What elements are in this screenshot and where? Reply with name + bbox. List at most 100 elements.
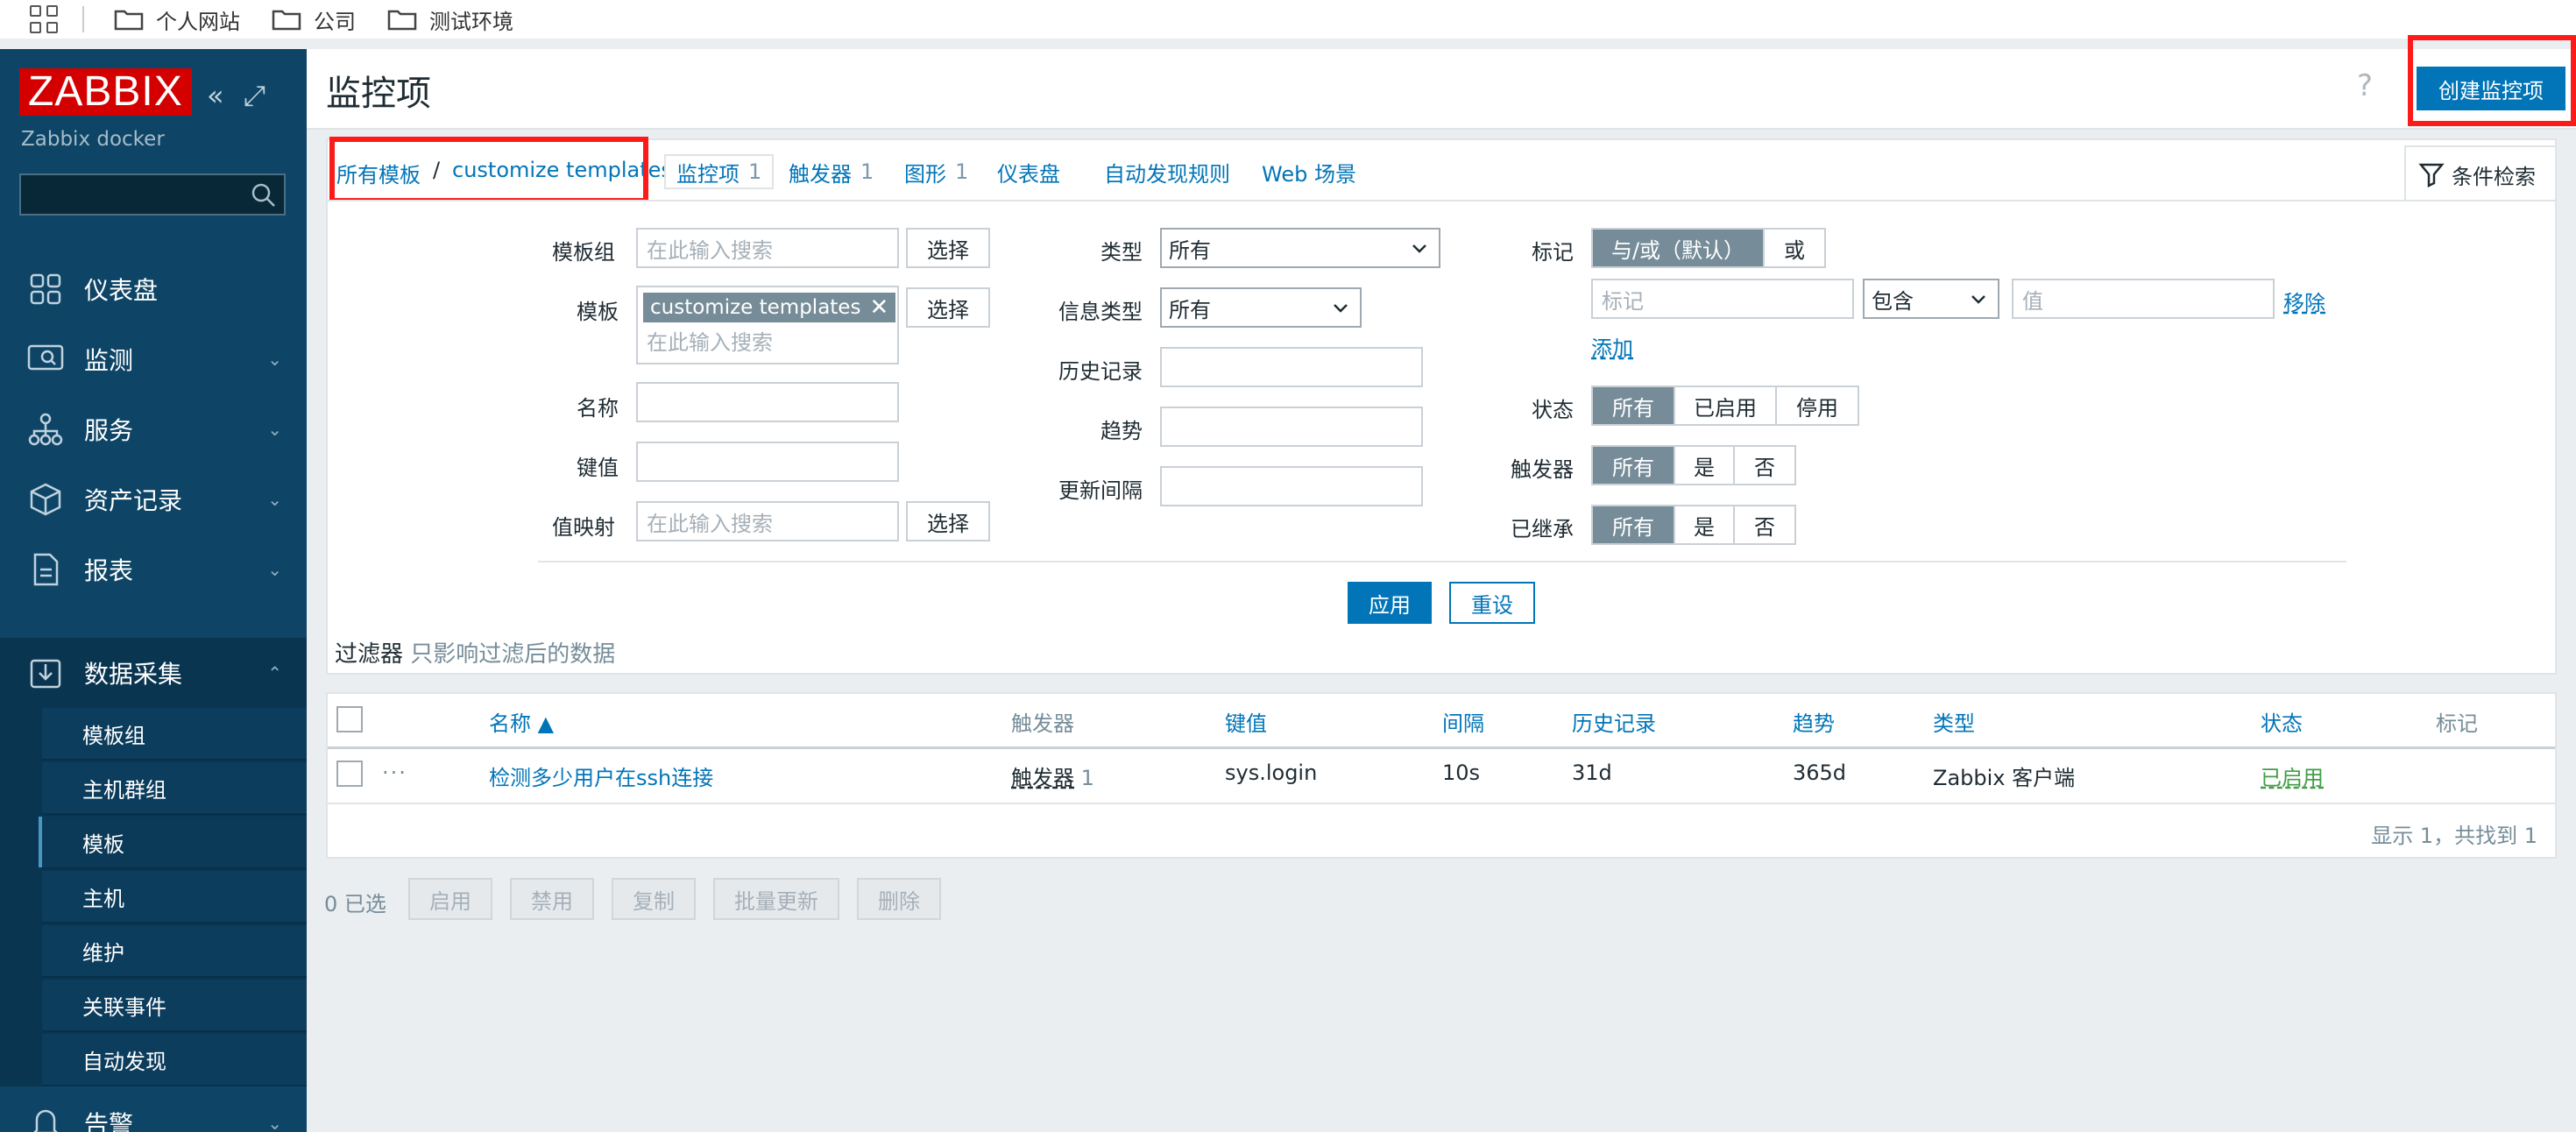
copy-button[interactable]: 复制 <box>612 878 696 920</box>
kiosk-mode-icon[interactable]: ⤢ <box>244 79 266 113</box>
tags-mode-or[interactable]: 或 <box>1765 230 1824 266</box>
column-header-interval[interactable]: 间隔 <box>1442 706 1484 737</box>
submenu-host-groups[interactable]: 主机群组 <box>42 762 307 815</box>
column-header-type[interactable]: 类型 <box>1933 706 1975 737</box>
submenu-discovery[interactable]: 自动发现 <box>42 1034 307 1086</box>
triggers-toggle[interactable]: 所有 是 否 <box>1591 445 1796 485</box>
update-interval-label: 更新间隔 <box>1058 478 1143 503</box>
status-toggle[interactable]: 所有 已启用 停用 <box>1591 386 1859 426</box>
status-all[interactable]: 所有 <box>1593 387 1675 424</box>
menu-inventory[interactable]: 资产记录 ⌄ <box>0 464 307 534</box>
triggers-yes[interactable]: 是 <box>1675 447 1735 484</box>
column-header-history[interactable]: 历史记录 <box>1572 706 1656 737</box>
trends-input[interactable] <box>1160 407 1423 447</box>
menu-data-collection[interactable]: 数据采集 ⌃ <box>0 638 307 708</box>
template-group-select-button[interactable]: 选择 <box>906 228 990 268</box>
column-header-key[interactable]: 键值 <box>1225 706 1267 737</box>
column-header-name[interactable]: 名称 ▲ <box>489 706 554 737</box>
submenu-event-correlation[interactable]: 关联事件 <box>42 980 307 1032</box>
sidebar-controls: « ⤢ <box>207 79 265 113</box>
menu-reports[interactable]: 报表 ⌄ <box>0 534 307 605</box>
apps-grid-icon[interactable] <box>30 5 58 33</box>
valuemap-select-button[interactable]: 选择 <box>906 501 990 541</box>
template-group-input[interactable]: 在此输入搜索 <box>636 228 899 268</box>
name-input[interactable] <box>636 382 899 422</box>
mass-update-button[interactable]: 批量更新 <box>713 878 839 920</box>
tag-operator-value: 包含 <box>1872 288 1914 314</box>
reset-button[interactable]: 重设 <box>1449 582 1535 624</box>
submenu-templates[interactable]: 模板 <box>39 817 307 869</box>
triggers-no[interactable]: 否 <box>1735 447 1794 484</box>
chevron-down-icon <box>1971 295 1985 304</box>
delete-button[interactable]: 删除 <box>857 878 941 920</box>
triggers-link[interactable]: 触发器 <box>1011 766 1074 790</box>
tag-operator-select[interactable]: 包含 <box>1863 279 1999 319</box>
tags-mode-toggle[interactable]: 与/或（默认） 或 <box>1591 228 1826 268</box>
bookmarks-divider <box>82 6 84 32</box>
submenu-template-groups[interactable]: 模板组 <box>42 708 307 761</box>
submenu-hosts[interactable]: 主机 <box>42 871 307 923</box>
bookmark-label: 个人网站 <box>156 9 240 34</box>
remove-chip-icon[interactable]: ✕ <box>869 294 888 321</box>
server-name: Zabbix docker <box>21 128 165 151</box>
remove-tag-link[interactable]: 移除 <box>2283 286 2325 316</box>
menu-alerts[interactable]: 告警 ⌄ <box>0 1088 307 1132</box>
key-input[interactable] <box>636 442 899 482</box>
zabbix-logo[interactable]: ZABBIX <box>19 68 192 116</box>
valuemap-input[interactable]: 在此输入搜索 <box>636 501 899 541</box>
tab-discovery-rules[interactable]: 自动发现规则 <box>1093 154 1241 189</box>
column-header-trends[interactable]: 趋势 <box>1793 706 1835 737</box>
tag-name-input[interactable]: 标记 <box>1591 279 1854 319</box>
tag-value-input[interactable]: 值 <box>2012 279 2275 319</box>
inherited-yes[interactable]: 是 <box>1675 506 1735 543</box>
item-triggers[interactable]: 触发器 1 <box>1011 761 1094 791</box>
column-header-tags: 标记 <box>2436 711 2478 736</box>
disable-button[interactable]: 禁用 <box>510 878 594 920</box>
help-icon[interactable]: ? <box>2357 68 2373 103</box>
row-menu-icon[interactable]: ··· <box>382 761 407 785</box>
menu-monitoring[interactable]: 监测 ⌄ <box>0 324 307 394</box>
tab-dashboards[interactable]: 仪表盘 <box>987 154 1071 189</box>
key-label: 键值 <box>577 456 619 480</box>
tags-mode-andor[interactable]: 与/或（默认） <box>1593 230 1765 266</box>
status-enabled[interactable]: 已启用 <box>1675 387 1777 424</box>
column-header-status[interactable]: 状态 <box>2261 706 2303 737</box>
status-disabled[interactable]: 停用 <box>1777 387 1858 424</box>
item-interval: 10s <box>1442 761 1481 785</box>
tab-web-scenarios[interactable]: Web 场景 <box>1251 154 1367 189</box>
bookmark-test-env[interactable]: 测试环境 <box>387 4 513 35</box>
bookmark-personal-site[interactable]: 个人网站 <box>114 4 240 35</box>
item-name-link[interactable]: 检测多少用户在ssh连接 <box>489 761 713 791</box>
apply-button[interactable]: 应用 <box>1348 582 1432 624</box>
triggers-all[interactable]: 所有 <box>1593 447 1675 484</box>
tab-graphs[interactable]: 图形 1 <box>894 154 979 189</box>
enable-button[interactable]: 启用 <box>408 878 492 920</box>
type-select[interactable]: 所有 <box>1160 228 1440 268</box>
inherited-toggle[interactable]: 所有 是 否 <box>1591 505 1796 545</box>
name-label: 名称 <box>577 396 619 421</box>
search-icon[interactable] <box>251 182 277 209</box>
bookmark-company[interactable]: 公司 <box>272 4 356 35</box>
menu-services[interactable]: 服务 ⌄ <box>0 394 307 464</box>
collapse-sidebar-icon[interactable]: « <box>207 79 224 113</box>
inherited-all[interactable]: 所有 <box>1593 506 1675 543</box>
info-type-select[interactable]: 所有 <box>1160 287 1362 328</box>
sidebar-search-input[interactable] <box>19 173 286 216</box>
history-input[interactable] <box>1160 347 1423 387</box>
add-tag-link[interactable]: 添加 <box>1591 331 1633 362</box>
filter-note-hint: 只影响过滤后的数据 <box>410 641 616 668</box>
row-checkbox[interactable] <box>336 761 363 787</box>
select-all-checkbox[interactable] <box>336 706 363 732</box>
inherited-no[interactable]: 否 <box>1735 506 1794 543</box>
filter-toggle-tab[interactable]: 条件检索 <box>2404 145 2557 202</box>
update-interval-input[interactable] <box>1160 466 1423 506</box>
submenu-maintenance[interactable]: 维护 <box>42 925 307 978</box>
template-select-button[interactable]: 选择 <box>906 287 990 328</box>
menu-label: 服务 <box>84 416 134 445</box>
tab-triggers[interactable]: 触发器 1 <box>778 154 884 189</box>
menu-dashboard[interactable]: 仪表盘 <box>0 254 307 324</box>
tab-items[interactable]: 监控项 1 <box>664 154 775 189</box>
item-status-link[interactable]: 已启用 <box>2261 761 2324 791</box>
reports-icon <box>25 548 67 591</box>
item-trends: 365d <box>1793 761 1847 785</box>
